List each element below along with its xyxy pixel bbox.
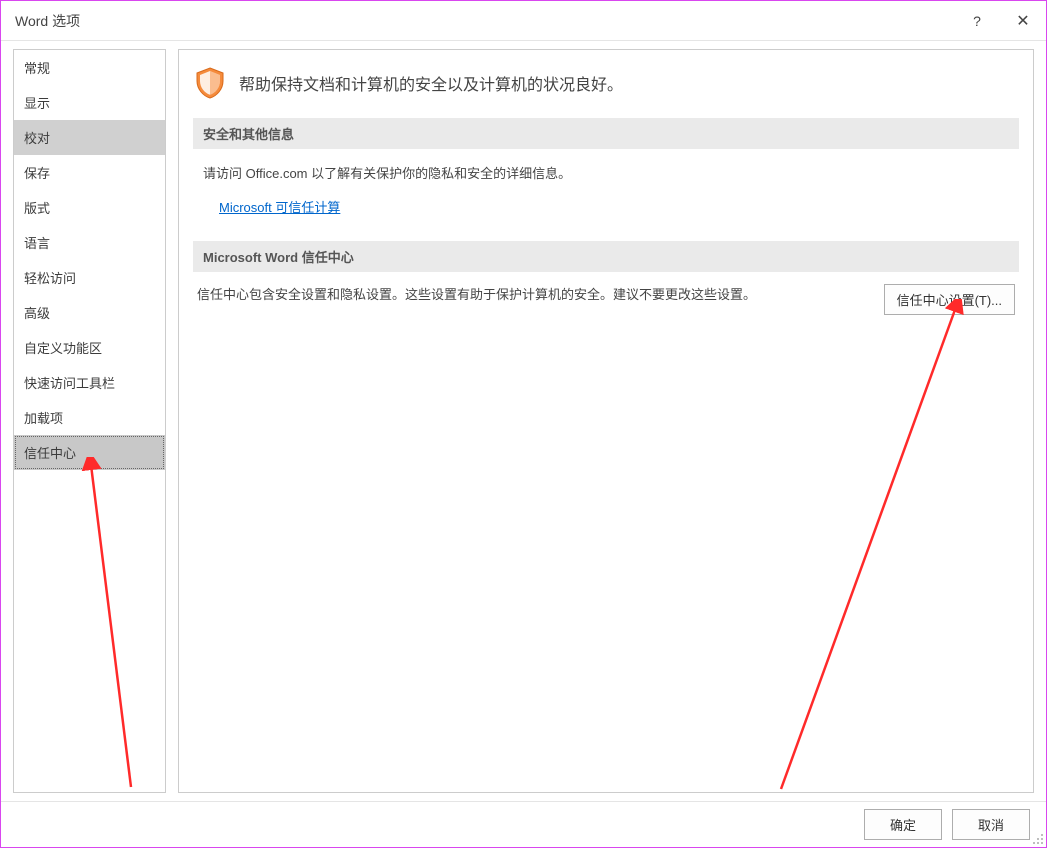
close-button[interactable]: ✕ <box>1000 1 1046 41</box>
sidebar-item-trust-center[interactable]: 信任中心 <box>14 435 165 470</box>
sidebar-item-general[interactable]: 常规 <box>14 50 165 85</box>
trustworthy-computing-link[interactable]: Microsoft 可信任计算 <box>219 197 340 219</box>
trust-center-settings-button[interactable]: 信任中心设置(T)... <box>884 284 1015 315</box>
section-trust-center-header: Microsoft Word 信任中心 <box>193 241 1019 272</box>
sidebar-item-language[interactable]: 语言 <box>14 225 165 260</box>
sidebar-item-customize-ribbon[interactable]: 自定义功能区 <box>14 330 165 365</box>
sidebar: 常规 显示 校对 保存 版式 语言 轻松访问 高级 自定义功能区 快速访问工具栏… <box>13 49 166 793</box>
section-security-info-header: 安全和其他信息 <box>193 118 1019 149</box>
content-pane: 帮助保持文档和计算机的安全以及计算机的状况良好。 安全和其他信息 请访问 Off… <box>178 49 1034 793</box>
trust-center-row: 信任中心包含安全设置和隐私设置。这些设置有助于保护计算机的安全。建议不要更改这些… <box>193 272 1019 327</box>
dialog-title: Word 选项 <box>15 11 954 31</box>
content-header-text: 帮助保持文档和计算机的安全以及计算机的状况良好。 <box>239 71 623 95</box>
help-icon: ? <box>973 13 981 29</box>
trust-center-text: 信任中心包含安全设置和隐私设置。这些设置有助于保护计算机的安全。建议不要更改这些… <box>197 284 868 303</box>
dialog-body: 常规 显示 校对 保存 版式 语言 轻松访问 高级 自定义功能区 快速访问工具栏… <box>1 41 1046 801</box>
titlebar: Word 选项 ? ✕ <box>1 1 1046 41</box>
content-header: 帮助保持文档和计算机的安全以及计算机的状况良好。 <box>193 60 1019 114</box>
ok-button[interactable]: 确定 <box>864 809 942 840</box>
close-icon: ✕ <box>1016 11 1029 31</box>
sidebar-item-save[interactable]: 保存 <box>14 155 165 190</box>
sidebar-item-addins[interactable]: 加载项 <box>14 400 165 435</box>
section-security-info-body: 请访问 Office.com 以了解有关保护你的隐私和安全的详细信息。 Micr… <box>193 149 1019 237</box>
cancel-button[interactable]: 取消 <box>952 809 1030 840</box>
sidebar-item-proofing[interactable]: 校对 <box>14 120 165 155</box>
shield-icon <box>193 66 227 100</box>
sidebar-item-ease-of-access[interactable]: 轻松访问 <box>14 260 165 295</box>
dialog-footer: 确定 取消 <box>1 801 1046 847</box>
sidebar-item-layout[interactable]: 版式 <box>14 190 165 225</box>
sidebar-item-display[interactable]: 显示 <box>14 85 165 120</box>
sidebar-item-advanced[interactable]: 高级 <box>14 295 165 330</box>
security-info-text: 请访问 Office.com 以了解有关保护你的隐私和安全的详细信息。 <box>203 163 1009 185</box>
resize-grip[interactable] <box>1032 833 1044 845</box>
help-button[interactable]: ? <box>954 1 1000 41</box>
sidebar-item-quick-access[interactable]: 快速访问工具栏 <box>14 365 165 400</box>
options-dialog: Word 选项 ? ✕ 常规 显示 校对 保存 版式 语言 轻松访问 高级 自定… <box>0 0 1047 848</box>
